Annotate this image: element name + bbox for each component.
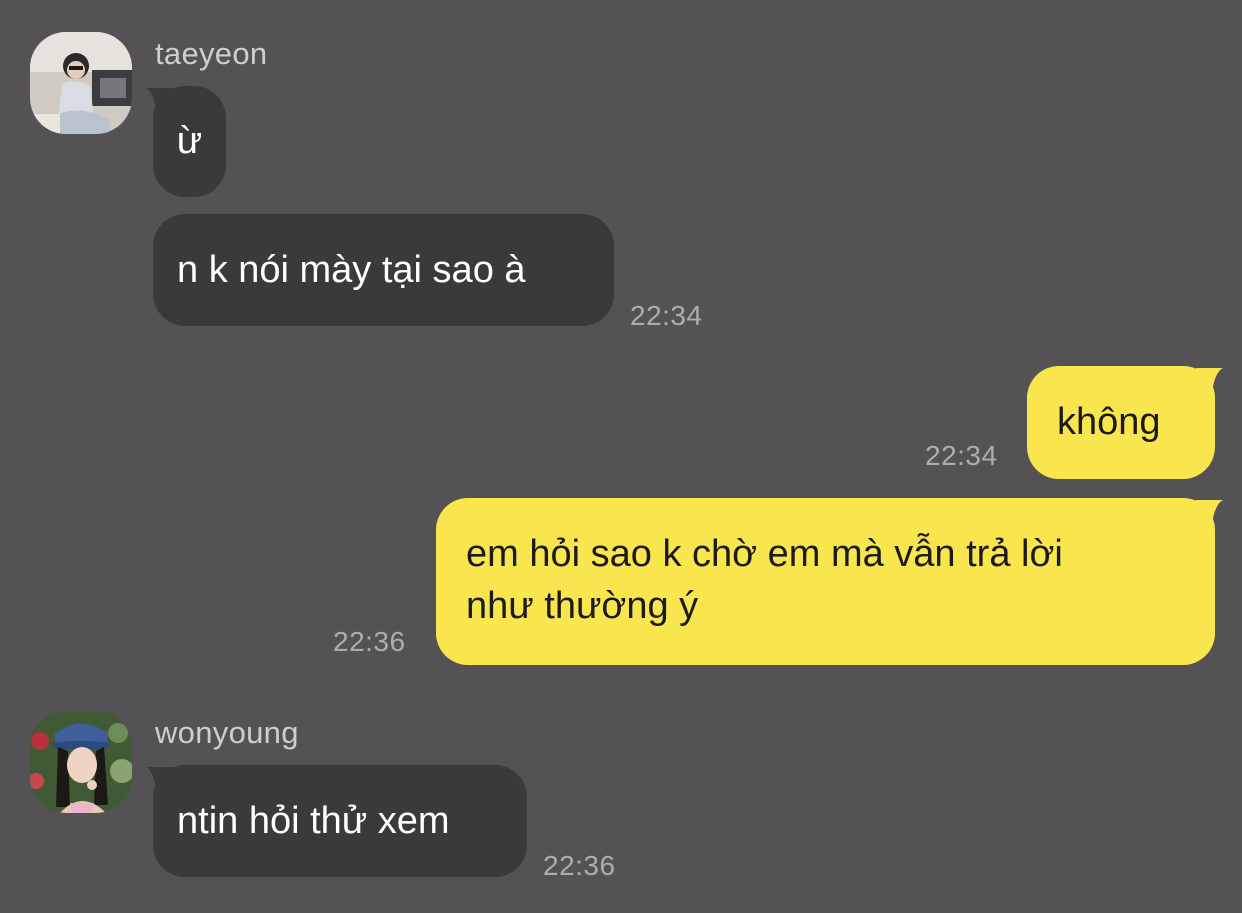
message-line: như thường ý: [466, 585, 699, 627]
wonyoung-avatar[interactable]: [30, 711, 132, 813]
message-timestamp: 22:36: [543, 850, 616, 881]
message-timestamp: 22:34: [925, 440, 998, 471]
message-line: em hỏi sao k chờ em mà vẫn trả lời: [466, 533, 1063, 575]
message-timestamp: 22:34: [630, 300, 703, 331]
incoming-message-bubble[interactable]: n k nói mày tại sao à: [153, 214, 614, 326]
sender-name-taeyeon: taeyeon: [155, 36, 268, 71]
outgoing-message-bubble[interactable]: không: [1027, 366, 1215, 479]
sender-name-wonyoung: wonyoung: [155, 715, 299, 750]
incoming-message-bubble[interactable]: ntin hỏi thử xem: [153, 765, 527, 877]
incoming-message-bubble[interactable]: ừ: [153, 86, 226, 197]
taeyeon-avatar[interactable]: [30, 32, 132, 134]
outgoing-bubble-tail: [1196, 500, 1223, 524]
message-timestamp: 22:36: [333, 626, 406, 657]
outgoing-bubble-tail: [1196, 368, 1223, 392]
outgoing-message-bubble[interactable]: em hỏi sao k chờ em mà vẫn trả lời như t…: [436, 498, 1215, 665]
